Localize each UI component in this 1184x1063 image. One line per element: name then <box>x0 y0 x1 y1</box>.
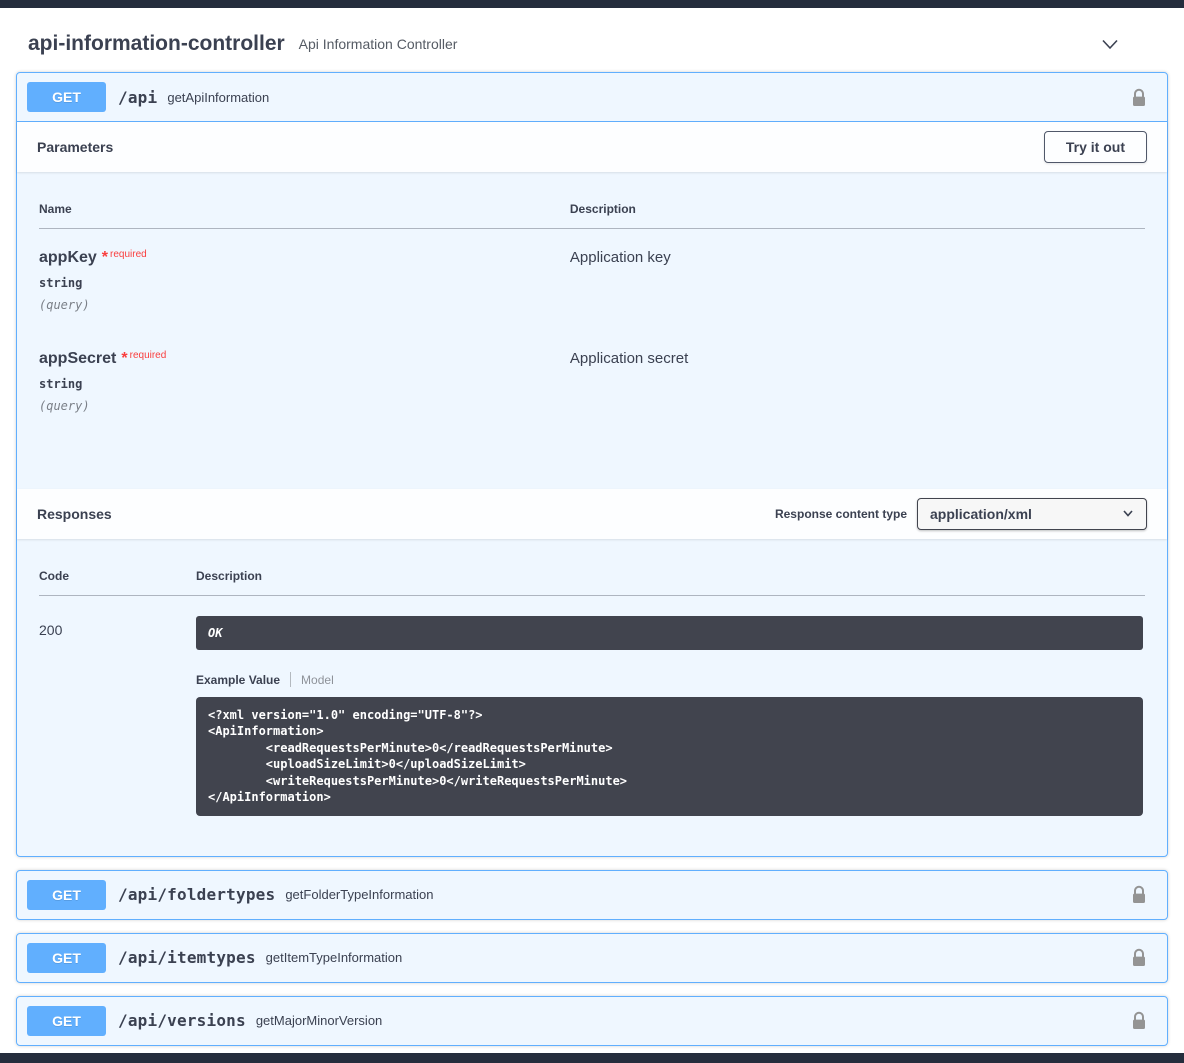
parameter-name-text: appSecret <box>39 350 116 367</box>
parameters-header: Parameters Try it out <box>17 122 1167 172</box>
tab-model[interactable]: Model <box>291 673 334 687</box>
lock-icon[interactable] <box>1121 1011 1157 1030</box>
operation-get-api-versions: GET /api/versions getMajorMinorVersion <box>16 996 1168 1046</box>
operation-get-api-foldertypes: GET /api/foldertypes getFolderTypeInform… <box>16 870 1168 920</box>
tag-description: Api Information Controller <box>299 36 458 52</box>
operation-summary[interactable]: GET /api getApiInformation <box>17 73 1167 122</box>
api-section: api-information-controller Api Informati… <box>0 8 1184 1046</box>
chevron-down-icon <box>1122 506 1134 522</box>
tag-title: api-information-controller <box>28 32 285 56</box>
column-header-description: Description <box>570 192 1145 229</box>
responses-body: Code Description 200 OK Example Value Mo… <box>17 539 1167 856</box>
response-code: 200 <box>39 596 196 834</box>
example-value-xml: <?xml version="1.0" encoding="UTF-8"?> <… <box>196 697 1143 816</box>
model-tabs: Example Value Model <box>196 672 1143 687</box>
operation-get-api: GET /api getApiInformation Parameters Tr… <box>16 72 1168 857</box>
parameter-row: appSecret *required string (query) Applic… <box>39 330 1145 431</box>
operation-path: /api/versions <box>118 1011 246 1030</box>
parameter-type: string <box>39 377 570 391</box>
tab-example-value[interactable]: Example Value <box>196 673 290 687</box>
chevron-down-icon[interactable] <box>1098 32 1122 56</box>
tag-header[interactable]: api-information-controller Api Informati… <box>16 8 1168 72</box>
operation-description: getFolderTypeInformation <box>285 887 433 902</box>
parameters-body: Name Description appKey *required string … <box>17 172 1167 489</box>
bottom-bar <box>0 1053 1184 1063</box>
lock-icon[interactable] <box>1121 885 1157 904</box>
operation-summary[interactable]: GET /api/foldertypes getFolderTypeInform… <box>17 871 1167 919</box>
column-header-description: Description <box>196 559 1145 596</box>
response-content-type-label: Response content type <box>775 507 907 521</box>
method-badge: GET <box>27 82 106 112</box>
response-description: OK <box>196 616 1143 650</box>
column-header-name: Name <box>39 192 570 229</box>
response-row: 200 OK Example Value Model <?xml version… <box>39 596 1145 834</box>
operation-description: getMajorMinorVersion <box>256 1013 382 1028</box>
required-star: * <box>121 350 127 367</box>
parameters-title: Parameters <box>37 139 113 155</box>
parameter-row: appKey *required string (query) Applicati… <box>39 229 1145 331</box>
operation-path: /api/itemtypes <box>118 948 256 967</box>
required-label: required <box>110 249 147 260</box>
required-star: * <box>102 249 108 266</box>
parameter-description: Application secret <box>570 350 1145 367</box>
responses-title: Responses <box>37 506 112 522</box>
parameters-table: Name Description appKey *required string … <box>39 192 1145 431</box>
method-badge: GET <box>27 943 106 973</box>
lock-icon[interactable] <box>1121 948 1157 967</box>
lock-icon[interactable] <box>1121 88 1157 107</box>
parameter-location: (query) <box>39 298 570 312</box>
top-bar <box>0 0 1184 8</box>
parameter-name: appKey *required <box>39 249 570 267</box>
operation-description: getItemTypeInformation <box>266 950 403 965</box>
operation-get-api-itemtypes: GET /api/itemtypes getItemTypeInformatio… <box>16 933 1168 983</box>
method-badge: GET <box>27 880 106 910</box>
parameter-name: appSecret *required <box>39 350 570 368</box>
try-it-out-button[interactable]: Try it out <box>1044 131 1147 163</box>
column-header-code: Code <box>39 559 196 596</box>
parameter-name-text: appKey <box>39 249 97 266</box>
parameter-location: (query) <box>39 399 570 413</box>
operation-summary[interactable]: GET /api/versions getMajorMinorVersion <box>17 997 1167 1045</box>
operation-path: /api <box>118 88 157 107</box>
parameter-type: string <box>39 276 570 290</box>
method-badge: GET <box>27 1006 106 1036</box>
parameter-description: Application key <box>570 249 1145 266</box>
operation-description: getApiInformation <box>167 90 269 105</box>
operation-path: /api/foldertypes <box>118 885 275 904</box>
required-label: required <box>130 350 167 361</box>
responses-table: Code Description 200 OK Example Value Mo… <box>39 559 1145 834</box>
response-content-type: Response content type application/xml <box>775 498 1147 530</box>
responses-header: Responses Response content type applicat… <box>17 489 1167 539</box>
response-content-type-select[interactable]: application/xml <box>917 498 1147 530</box>
operation-summary[interactable]: GET /api/itemtypes getItemTypeInformatio… <box>17 934 1167 982</box>
response-content-type-value: application/xml <box>930 506 1032 522</box>
